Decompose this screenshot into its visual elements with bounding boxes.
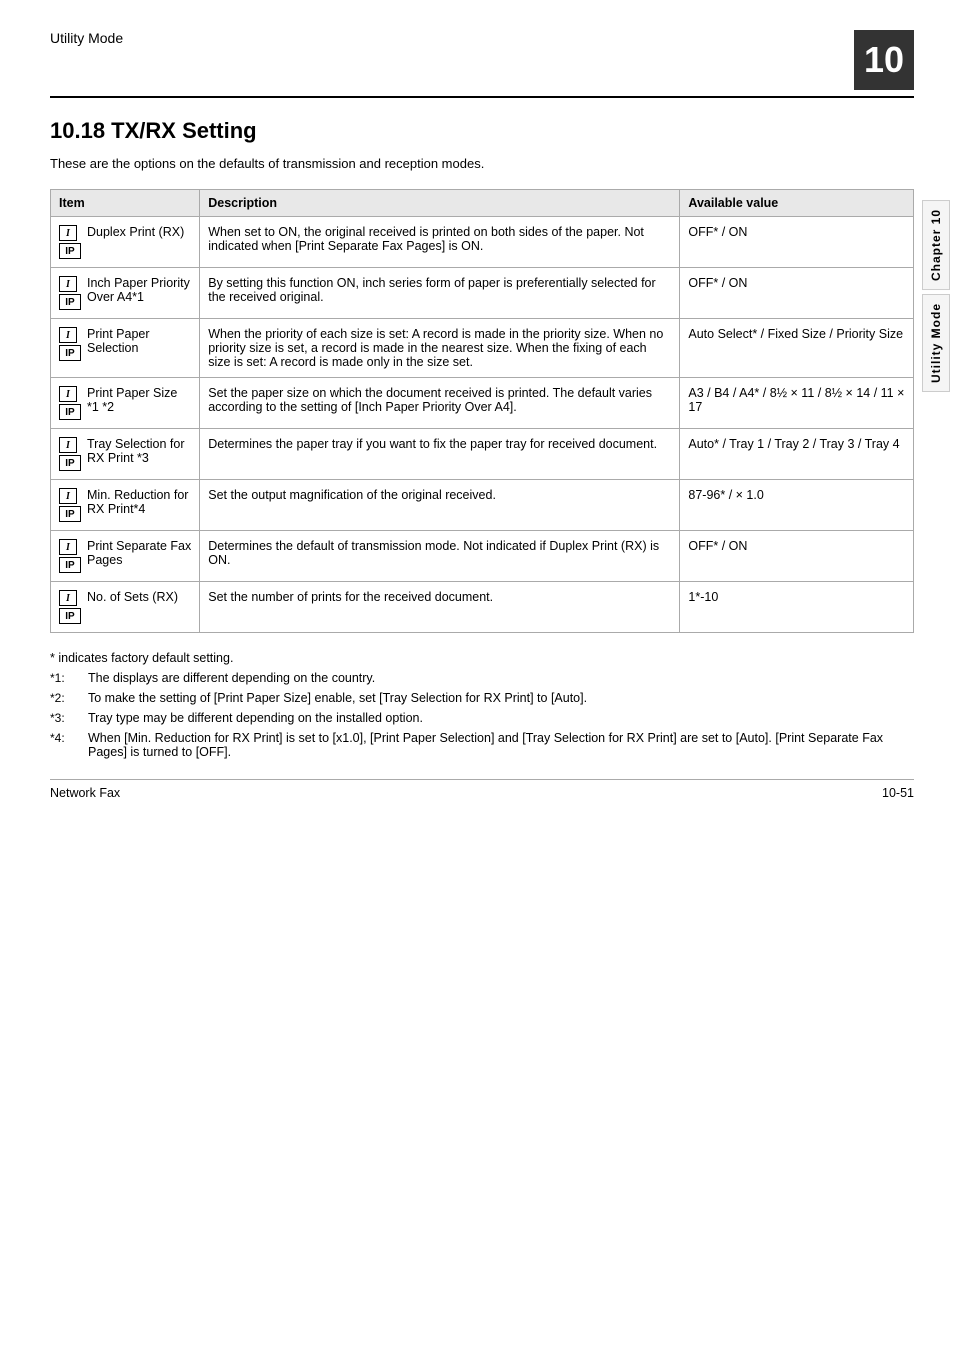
footnote-marker-1: *2:: [50, 691, 88, 705]
value-cell-4: Auto* / Tray 1 / Tray 2 / Tray 3 / Tray …: [680, 429, 914, 480]
footnote-text-3: When [Min. Reduction for RX Print] is se…: [88, 731, 914, 759]
top-header: Utility Mode 10: [50, 30, 914, 98]
col-header-value: Available value: [680, 190, 914, 217]
desc-cell-0: When set to ON, the original received is…: [200, 217, 680, 268]
sidebar-chapter-label: Chapter 10: [922, 200, 950, 290]
footnote-general: * indicates factory default setting.: [50, 651, 914, 665]
badge-ip-4: IP: [59, 455, 81, 471]
col-header-item: Item: [51, 190, 200, 217]
item-name-1: Inch Paper Priority Over A4*1: [87, 276, 191, 304]
badge-ip-2: IP: [59, 345, 81, 361]
page-footer: Network Fax 10-51: [50, 779, 914, 800]
item-name-2: Print Paper Selection: [87, 327, 191, 355]
value-cell-2: Auto Select* / Fixed Size / Priority Siz…: [680, 319, 914, 378]
desc-cell-4: Determines the paper tray if you want to…: [200, 429, 680, 480]
table-row: I IP Duplex Print (RX) When set to ON, the …: [51, 217, 914, 268]
desc-cell-2: When the priority of each size is set: A…: [200, 319, 680, 378]
table-row: I IP Print Paper Selection When the priorit…: [51, 319, 914, 378]
value-cell-6: OFF* / ON: [680, 531, 914, 582]
footnote-item-3: *4:When [Min. Reduction for RX Print] is…: [50, 731, 914, 759]
icon-group-3: I IP: [59, 386, 81, 420]
footnote-item-0: *1:The displays are different depending …: [50, 671, 914, 685]
item-cell-1: I IP Inch Paper Priority Over A4*1: [51, 268, 200, 319]
icon-group-2: I IP: [59, 327, 81, 361]
badge-ip-7: IP: [59, 608, 81, 624]
desc-cell-5: Set the output magnification of the orig…: [200, 480, 680, 531]
desc-cell-3: Set the paper size on which the document…: [200, 378, 680, 429]
icon-group-6: I IP: [59, 539, 81, 573]
value-cell-7: 1*-10: [680, 582, 914, 633]
badge-i-7: I: [59, 590, 77, 606]
right-sidebar: Chapter 10 Utility Mode: [918, 200, 954, 392]
footnote-text-1: To make the setting of [Print Paper Size…: [88, 691, 914, 705]
badge-ip-3: IP: [59, 404, 81, 420]
item-name-7: No. of Sets (RX): [87, 590, 178, 604]
item-name-4: Tray Selection for RX Print *3: [87, 437, 191, 465]
table-row: I IP Print Separate Fax Pages Determines th…: [51, 531, 914, 582]
table-row: I IP No. of Sets (RX) Set the number of pri…: [51, 582, 914, 633]
item-cell-7: I IP No. of Sets (RX): [51, 582, 200, 633]
badge-ip-6: IP: [59, 557, 81, 573]
item-cell-6: I IP Print Separate Fax Pages: [51, 531, 200, 582]
footnote-marker-3: *4:: [50, 731, 88, 759]
icon-group-5: I IP: [59, 488, 81, 522]
page-wrapper: Utility Mode 10 10.18 TX/RX Setting Thes…: [0, 0, 954, 840]
footer-left: Network Fax: [50, 786, 120, 800]
badge-i-2: I: [59, 327, 77, 343]
header-utility-mode: Utility Mode: [50, 30, 123, 46]
value-cell-5: 87-96* / × 1.0: [680, 480, 914, 531]
item-name-0: Duplex Print (RX): [87, 225, 184, 239]
item-cell-4: I IP Tray Selection for RX Print *3: [51, 429, 200, 480]
footnote-item-2: *3:Tray type may be different depending …: [50, 711, 914, 725]
footnote-item-1: *2:To make the setting of [Print Paper S…: [50, 691, 914, 705]
chapter-number-box: 10: [854, 30, 914, 90]
footnote-marker-0: *1:: [50, 671, 88, 685]
badge-i-5: I: [59, 488, 77, 504]
value-cell-0: OFF* / ON: [680, 217, 914, 268]
value-cell-1: OFF* / ON: [680, 268, 914, 319]
badge-ip-5: IP: [59, 506, 81, 522]
footnote-text-2: Tray type may be different depending on …: [88, 711, 914, 725]
item-cell-5: I IP Min. Reduction for RX Print*4: [51, 480, 200, 531]
badge-i-1: I: [59, 276, 77, 292]
item-name-5: Min. Reduction for RX Print*4: [87, 488, 191, 516]
footnote-marker-2: *3:: [50, 711, 88, 725]
footnote-text-0: The displays are different depending on …: [88, 671, 914, 685]
item-cell-3: I IP Print Paper Size *1 *2: [51, 378, 200, 429]
icon-group-4: I IP: [59, 437, 81, 471]
icon-group-1: I IP: [59, 276, 81, 310]
badge-i-6: I: [59, 539, 77, 555]
value-cell-3: A3 / B4 / A4* / 8½ × 11 / 8½ × 14 / 11 ×…: [680, 378, 914, 429]
badge-i-0: I: [59, 225, 77, 241]
table-row: I IP Inch Paper Priority Over A4*1 By setti…: [51, 268, 914, 319]
table-row: I IP Tray Selection for RX Print *3 Determi…: [51, 429, 914, 480]
badge-ip-1: IP: [59, 294, 81, 310]
desc-cell-6: Determines the default of transmission m…: [200, 531, 680, 582]
badge-i-3: I: [59, 386, 77, 402]
main-table: Item Description Available value I IP Dupl…: [50, 189, 914, 633]
desc-cell-1: By setting this function ON, inch series…: [200, 268, 680, 319]
badge-ip-0: IP: [59, 243, 81, 259]
item-cell-0: I IP Duplex Print (RX): [51, 217, 200, 268]
item-name-3: Print Paper Size *1 *2: [87, 386, 191, 414]
item-name-6: Print Separate Fax Pages: [87, 539, 191, 567]
section-description: These are the options on the defaults of…: [50, 156, 914, 171]
icon-group-0: I IP: [59, 225, 81, 259]
desc-cell-7: Set the number of prints for the receive…: [200, 582, 680, 633]
section-title: 10.18 TX/RX Setting: [50, 118, 914, 144]
footnote-list: *1:The displays are different depending …: [50, 671, 914, 759]
table-row: I IP Min. Reduction for RX Print*4 Set the …: [51, 480, 914, 531]
footer-right: 10-51: [882, 786, 914, 800]
col-header-description: Description: [200, 190, 680, 217]
icon-group-7: I IP: [59, 590, 81, 624]
table-row: I IP Print Paper Size *1 *2 Set the paper s…: [51, 378, 914, 429]
badge-i-4: I: [59, 437, 77, 453]
item-cell-2: I IP Print Paper Selection: [51, 319, 200, 378]
sidebar-utility-label: Utility Mode: [922, 294, 950, 392]
